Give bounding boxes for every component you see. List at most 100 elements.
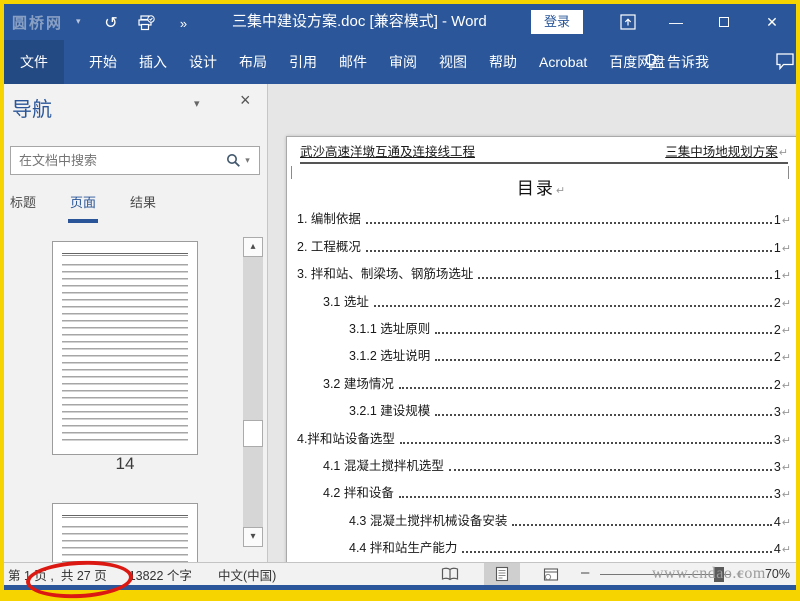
toc-entry[interactable]: 3.2 建场情况 2 ↵ bbox=[297, 364, 791, 392]
paragraph-mark: ↵ bbox=[778, 147, 788, 159]
scrollbar-thumb[interactable] bbox=[243, 420, 263, 447]
toc-entry[interactable]: 3.1.1 选址原则 2 ↵ bbox=[297, 310, 791, 337]
print-preview-button[interactable] bbox=[135, 13, 157, 33]
toc-page-number: 3 bbox=[773, 487, 781, 502]
quick-access-more-button[interactable]: » bbox=[172, 13, 194, 33]
minimize-button[interactable]: — bbox=[652, 4, 700, 40]
chevron-down-icon: ▾ bbox=[194, 98, 200, 110]
maximize-button[interactable] bbox=[700, 4, 748, 40]
toc-entry[interactable]: 4.2 拌和设备 3 ↵ bbox=[297, 474, 791, 501]
ribbon-tab-0[interactable]: 文件 bbox=[4, 40, 64, 84]
thumbnail-scrollbar[interactable]: ▴ ▾ bbox=[243, 237, 263, 547]
comment-icon bbox=[776, 53, 794, 71]
navigation-pane: 导航 ▾ × ▾ 标题页面结果 14 ▴ bbox=[4, 84, 268, 562]
feedback-button[interactable] bbox=[776, 53, 794, 75]
scrollbar-down-button[interactable]: ▾ bbox=[243, 527, 263, 547]
toc-entry[interactable]: 4.1 混凝土搅拌机选型 3 ↵ bbox=[297, 447, 791, 474]
document-page[interactable]: 武沙高速洋墩互通及连接线工程 三集中场地规划方案↵ 目录↵ 1. 编制依据 1 ↵ 2… bbox=[286, 136, 796, 562]
language-status[interactable]: 中文(中国) bbox=[218, 565, 276, 584]
zoom-level[interactable]: 70% bbox=[765, 567, 790, 581]
toc-entry[interactable]: 3.2.1 建设规模 3 ↵ bbox=[297, 392, 791, 419]
web-layout-icon bbox=[543, 567, 559, 581]
ribbon-tab-7[interactable]: 审阅 bbox=[378, 40, 428, 84]
toc-entry-label: 4.3 混凝土搅拌机械设备安装 bbox=[349, 513, 508, 528]
nav-close-button[interactable]: × bbox=[240, 90, 251, 111]
title-bar: 圆桥网 ▾ ↺ » 三集中建设方案.doc [兼容模式] - Word 登录 —… bbox=[4, 4, 796, 40]
web-layout-button[interactable] bbox=[535, 563, 567, 585]
paragraph-mark: ↵ bbox=[781, 461, 791, 474]
tell-me-label: 告诉我 bbox=[667, 54, 709, 70]
thumbnail-header-line bbox=[62, 515, 188, 518]
undo-button[interactable]: ↺ bbox=[100, 13, 122, 33]
paragraph-mark: ↵ bbox=[555, 185, 568, 197]
nav-options-button[interactable]: ▾ bbox=[194, 97, 200, 110]
toc-entry-label: 3.1.1 选址原则 bbox=[349, 321, 431, 336]
toc-page-number: 4 bbox=[773, 542, 781, 557]
navigation-pane-title: 导航 bbox=[12, 99, 52, 121]
undo-icon: ↺ bbox=[104, 15, 118, 32]
ribbon-tab-5[interactable]: 引用 bbox=[278, 40, 328, 84]
content-area: 导航 ▾ × ▾ 标题页面结果 1 4 ▴ bbox=[4, 84, 796, 562]
thumbnail-text-lines bbox=[62, 264, 188, 446]
close-icon: ✕ bbox=[766, 13, 778, 30]
search-icon bbox=[227, 154, 241, 167]
ribbon-tab-8[interactable]: 视图 bbox=[428, 40, 478, 84]
toc-leader-dots bbox=[435, 359, 772, 362]
paragraph-mark: ↵ bbox=[781, 242, 791, 255]
page-thumbnail[interactable] bbox=[52, 241, 198, 455]
toc-entry-label: 4.4 拌和站生产能力 bbox=[349, 541, 458, 556]
toc-entry[interactable]: 3.1 选址 2 ↵ bbox=[297, 282, 791, 310]
page-header-left: 武沙高速洋墩互通及连接线工程 bbox=[300, 145, 476, 159]
paragraph-mark: ↵ bbox=[781, 544, 791, 557]
document-title-text: 目录 bbox=[516, 179, 555, 198]
toc-entry-label: 4.拌和站设备选型 bbox=[297, 431, 395, 446]
paragraph-mark: ↵ bbox=[781, 434, 791, 447]
thumbnail-header-line bbox=[62, 253, 188, 256]
chevron-down-icon: ▾ bbox=[245, 155, 250, 165]
toc-entry[interactable]: 3. 拌和站、制梁场、钢筋场选址 1 ↵ bbox=[297, 255, 791, 282]
nav-tab-1[interactable]: 页面 bbox=[68, 190, 99, 223]
page-thumbnail[interactable] bbox=[52, 503, 198, 562]
toc-leader-dots bbox=[512, 523, 772, 526]
ribbon-display-options-button[interactable] bbox=[604, 4, 652, 40]
print-preview-icon bbox=[138, 15, 155, 31]
search-input[interactable] bbox=[11, 153, 217, 168]
toc-leader-dots bbox=[462, 551, 772, 554]
close-icon: × bbox=[240, 90, 251, 110]
search-button[interactable]: ▾ bbox=[217, 153, 259, 168]
read-mode-button[interactable] bbox=[434, 563, 466, 585]
toc-entry[interactable]: 3.1.2 选址说明 2 ↵ bbox=[297, 337, 791, 364]
toc-entry[interactable]: 4.4 拌和站生产能力 4 ↵ bbox=[297, 529, 791, 556]
ribbon-tab-10[interactable]: Acrobat bbox=[528, 40, 598, 84]
word-count-status[interactable]: 13822 个字 bbox=[129, 565, 192, 584]
ribbon-display-options-icon bbox=[620, 14, 636, 30]
sign-in-button[interactable]: 登录 bbox=[531, 10, 584, 34]
toc-entry-label: 3. 拌和站、制梁场、钢筋场选址 bbox=[297, 267, 474, 282]
toc-entry-label: 4.1 混凝土搅拌机选型 bbox=[323, 458, 444, 473]
toc-leader-dots bbox=[399, 441, 772, 444]
toc-entry-label: 3.2.1 建设规模 bbox=[349, 404, 431, 419]
ribbon-tab-1[interactable]: 开始 bbox=[78, 40, 128, 84]
ribbon-tab-4[interactable]: 布局 bbox=[228, 40, 278, 84]
toc-page-number: 1 bbox=[773, 240, 781, 255]
toc-entry[interactable]: 2. 工程概况 1 ↵ bbox=[297, 227, 791, 255]
tell-me-button[interactable]: 告诉我 bbox=[644, 40, 709, 84]
toc-list: 1. 编制依据 1 ↵ 2. 工程概况 1 ↵ 3. 拌和站、制梁场、钢筋场选址 1 ↵ 3.1 … bbox=[297, 200, 791, 556]
toc-leader-dots bbox=[365, 222, 772, 225]
ribbon-tab-3[interactable]: 设计 bbox=[178, 40, 228, 84]
scroll-up-icon: ▴ bbox=[250, 241, 256, 252]
toc-entry[interactable]: 4.3 混凝土搅拌机械设备安装 4 ↵ bbox=[297, 501, 791, 529]
close-button[interactable]: ✕ bbox=[748, 4, 796, 40]
print-layout-button[interactable] bbox=[484, 563, 520, 585]
toc-entry[interactable]: 4.拌和站设备选型 3 ↵ bbox=[297, 419, 791, 447]
page-header: 武沙高速洋墩互通及连接线工程 三集中场地规划方案↵ bbox=[300, 140, 788, 164]
nav-tab-0[interactable]: 标题 bbox=[8, 190, 38, 223]
scrollbar-up-button[interactable]: ▴ bbox=[243, 237, 263, 257]
ribbon-tab-6[interactable]: 邮件 bbox=[328, 40, 378, 84]
ribbon-tab-9[interactable]: 帮助 bbox=[478, 40, 528, 84]
toc-leader-dots bbox=[435, 414, 772, 417]
zoom-out-button[interactable]: – bbox=[581, 564, 589, 581]
toc-entry[interactable]: 1. 编制依据 1 ↵ bbox=[297, 200, 791, 227]
nav-tab-2[interactable]: 结果 bbox=[128, 190, 158, 223]
ribbon-tab-2[interactable]: 插入 bbox=[128, 40, 178, 84]
